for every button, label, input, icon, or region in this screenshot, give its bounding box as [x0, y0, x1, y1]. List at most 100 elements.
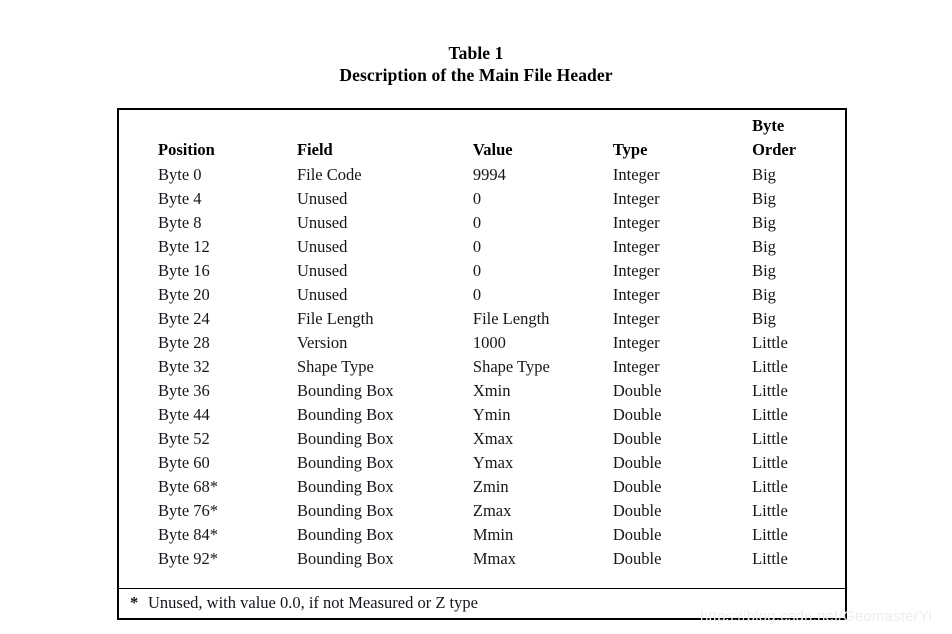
cell-value: Zmin [472, 477, 509, 496]
cell-byte_order: Little [752, 549, 788, 568]
cell-position: Byte 84* [158, 525, 219, 544]
cell-byte_order: Little [752, 333, 788, 352]
cell-type: Double [612, 405, 662, 424]
cell-value: 9994 [472, 165, 506, 184]
table-row: Byte 16 Unused 0 Integer Big [158, 259, 845, 283]
cell-type: Double [612, 549, 662, 568]
cell-field: File Length [296, 309, 374, 328]
column-header-field: Field [297, 114, 473, 163]
cell-value: 0 [472, 189, 482, 208]
column-header-field-top [297, 114, 473, 138]
cell-type: Double [612, 381, 662, 400]
cell-position: Byte 36 [158, 381, 210, 400]
site-watermark: https://blog.csdn.net/GeomasterYi [700, 608, 932, 625]
column-header-position-top [158, 114, 297, 138]
column-header-value-label: Value [472, 140, 513, 159]
cell-type: Integer [612, 261, 660, 280]
cell-position: Byte 44 [158, 405, 210, 424]
cell-value: 0 [472, 285, 482, 304]
table-row: Byte 36 Bounding Box Xmin Double Little [158, 379, 845, 403]
cell-byte_order: Little [752, 477, 788, 496]
cell-position: Byte 0 [158, 165, 202, 184]
cell-position: Byte 32 [158, 357, 210, 376]
cell-position: Byte 12 [158, 237, 210, 256]
cell-field: Unused [296, 285, 348, 304]
table-header-row: Position Field Value Type Byte Order [158, 114, 845, 163]
cell-byte_order: Big [752, 261, 776, 280]
cell-value: 0 [472, 237, 482, 256]
table-row: Byte 28 Version 1000 Integer Little [158, 331, 845, 355]
cell-type: Integer [612, 165, 660, 184]
table-row: Byte 32 Shape Type Shape Type Integer Little [158, 355, 845, 379]
cell-byte_order: Big [752, 237, 776, 256]
cell-type: Integer [612, 189, 660, 208]
cell-type: Integer [612, 357, 660, 376]
column-header-type-top [613, 114, 752, 138]
caption-table-number: Table 1 [448, 43, 504, 63]
cell-type: Integer [612, 309, 660, 328]
cell-field: Bounding Box [296, 477, 394, 496]
table-row: Byte 76* Bounding Box Zmax Double Little [158, 499, 845, 523]
table-header-row-group: Position Field Value Type Byte Order [158, 114, 845, 163]
footnote-marker: * [130, 593, 139, 612]
table-footnote: * Unused, with value 0.0, if not Measured… [130, 591, 478, 615]
table-caption: Table 1 Description of the Main File Hea… [0, 42, 952, 87]
column-header-value-top [473, 114, 613, 138]
cell-field: Bounding Box [296, 381, 394, 400]
caption-table-description: Description of the Main File Header [339, 65, 613, 86]
table-row: Byte 24 File Length File Length Integer Big [158, 307, 845, 331]
cell-byte_order: Little [752, 357, 788, 376]
cell-value: 1000 [472, 333, 506, 352]
column-header-type-label: Type [612, 140, 648, 159]
cell-byte_order: Little [752, 525, 788, 544]
cell-position: Byte 68* [158, 477, 219, 496]
table-row: Byte 4 Unused 0 Integer Big [158, 187, 845, 211]
cell-type: Integer [612, 213, 660, 232]
cell-field: Version [296, 333, 348, 352]
cell-value: 0 [472, 213, 482, 232]
table-row: Byte 92* Bounding Box Mmax Double Little [158, 547, 845, 571]
cell-position: Byte 60 [158, 453, 210, 472]
main-file-header-table: Position Field Value Type Byte Order Byt… [158, 114, 845, 571]
table-row: Byte 20 Unused 0 Integer Big [158, 283, 845, 307]
cell-type: Double [612, 429, 662, 448]
cell-type: Double [612, 477, 662, 496]
cell-byte_order: Little [752, 453, 788, 472]
cell-field: Unused [296, 213, 348, 232]
table-container: Position Field Value Type Byte Order Byt… [117, 108, 847, 620]
table-row: Byte 12 Unused 0 Integer Big [158, 235, 845, 259]
cell-value: Shape Type [472, 357, 550, 376]
table-body: Byte 0 File Code 9994 Integer Big Byte 4 Unuse… [158, 163, 845, 571]
table-inner: Position Field Value Type Byte Order Byt… [119, 110, 845, 618]
table-row: Byte 84* Bounding Box Mmin Double Little [158, 523, 845, 547]
cell-field: Bounding Box [296, 549, 394, 568]
cell-type: Double [612, 453, 662, 472]
cell-byte_order: Big [752, 165, 776, 184]
cell-value: Ymax [472, 453, 514, 472]
cell-position: Byte 52 [158, 429, 210, 448]
cell-field: Bounding Box [296, 405, 394, 424]
cell-position: Byte 28 [158, 333, 210, 352]
cell-value: 0 [472, 261, 482, 280]
cell-field: Unused [296, 261, 348, 280]
cell-byte_order: Big [752, 189, 776, 208]
column-header-position-label: Position [158, 140, 215, 159]
cell-type: Integer [612, 285, 660, 304]
cell-type: Double [612, 525, 662, 544]
cell-field: Bounding Box [296, 525, 394, 544]
cell-byte_order: Big [752, 285, 776, 304]
cell-field: Shape Type [296, 357, 374, 376]
table-row: Byte 52 Bounding Box Xmax Double Little [158, 427, 845, 451]
column-header-field-label: Field [296, 140, 333, 159]
cell-value: Mmin [472, 525, 514, 544]
cell-position: Byte 92* [158, 549, 219, 568]
column-header-byte-order: Byte Order [752, 114, 845, 163]
cell-field: Bounding Box [296, 501, 394, 520]
cell-position: Byte 16 [158, 261, 210, 280]
footnote-divider [119, 588, 845, 589]
cell-byte_order: Little [752, 429, 788, 448]
cell-position: Byte 24 [158, 309, 210, 328]
column-header-position: Position [158, 114, 297, 163]
cell-value: Ymin [472, 405, 511, 424]
cell-byte_order: Little [752, 381, 788, 400]
